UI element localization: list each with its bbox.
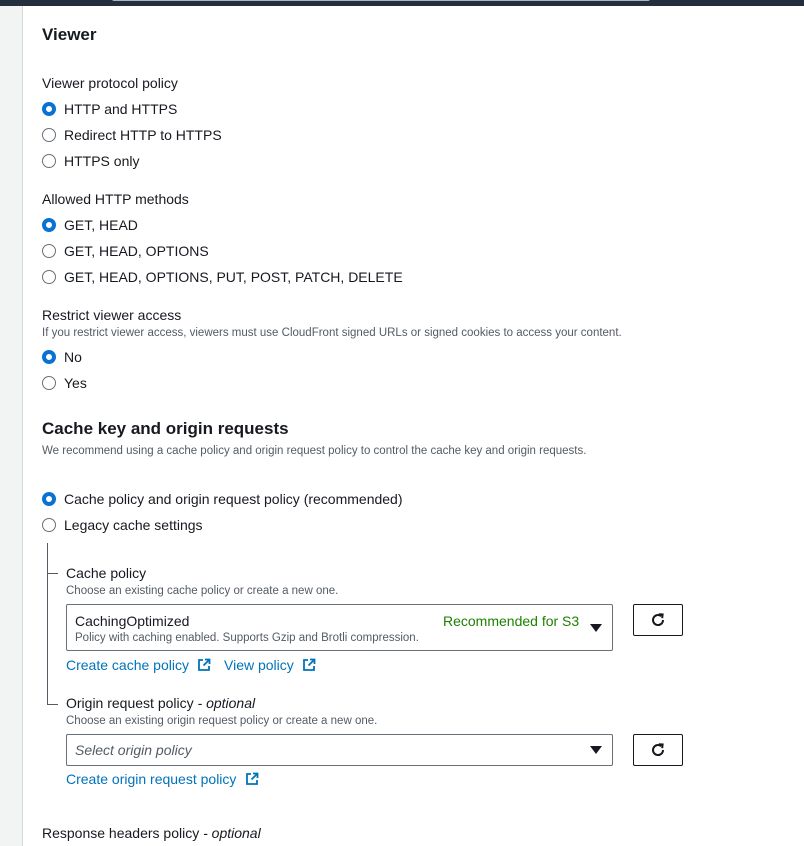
radio-all-methods[interactable]: [42, 270, 56, 284]
recommended-badge: Recommended for S3: [443, 613, 580, 629]
refresh-icon: [652, 613, 665, 626]
viewer-section-title: Viewer: [42, 25, 97, 44]
option-get-head-options[interactable]: GET, HEAD, OPTIONS: [64, 243, 209, 259]
external-link-icon: [245, 772, 259, 785]
chevron-down-icon: [590, 624, 602, 632]
option-restrict-no[interactable]: No: [64, 349, 82, 365]
cache-policy-selected-value: CachingOptimized: [75, 613, 190, 629]
origin-policy-select[interactable]: Select origin policy: [66, 734, 613, 766]
radio-legacy-cache-settings[interactable]: [42, 518, 56, 532]
tree-connector: [47, 543, 48, 705]
origin-request-policy-description: Choose an existing origin request policy…: [66, 715, 378, 727]
option-all-methods[interactable]: GET, HEAD, OPTIONS, PUT, POST, PATCH, DE…: [64, 269, 403, 285]
radio-get-head-options[interactable]: [42, 244, 56, 258]
cache-section-title: Cache key and origin requests: [42, 419, 289, 438]
restrict-viewer-access-description: If you restrict viewer access, viewers m…: [42, 327, 622, 339]
create-origin-request-policy-link-text[interactable]: Create origin request policy: [66, 771, 236, 787]
radio-https-only[interactable]: [42, 154, 56, 168]
radio-restrict-yes[interactable]: [42, 376, 56, 390]
option-http-and-https[interactable]: HTTP and HTTPS: [64, 101, 177, 117]
response-headers-policy-label-text: Response headers policy: [42, 825, 200, 841]
tree-branch-origin-policy: [47, 704, 58, 705]
option-redirect-http-to-https[interactable]: Redirect HTTP to HTTPS: [64, 127, 222, 143]
cache-section-description: We recommend using a cache policy and or…: [42, 445, 587, 457]
radio-get-head[interactable]: [42, 218, 56, 232]
option-cache-policy-recommended[interactable]: Cache policy and origin request policy (…: [64, 491, 403, 507]
option-get-head[interactable]: GET, HEAD: [64, 217, 138, 233]
external-link-icon: [198, 658, 211, 671]
refresh-cache-policies-button[interactable]: [633, 604, 683, 636]
refresh-icon: [652, 743, 665, 756]
refresh-origin-policies-button[interactable]: [633, 734, 683, 766]
origin-request-policy-label-text: Origin request policy: [66, 695, 194, 711]
optional-tag: - optional: [203, 825, 261, 841]
radio-http-and-https[interactable]: [42, 102, 56, 116]
radio-redirect-http-to-https[interactable]: [42, 128, 56, 142]
cache-policy-label: Cache policy: [66, 565, 147, 581]
option-legacy-cache-settings[interactable]: Legacy cache settings: [64, 517, 203, 533]
cache-policy-description: Choose an existing cache policy or creat…: [66, 585, 339, 597]
radio-restrict-no[interactable]: [42, 350, 56, 364]
radio-cache-policy-recommended[interactable]: [42, 492, 56, 506]
origin-request-policy-label: Origin request policy - optional: [66, 695, 255, 711]
external-link-icon: [303, 658, 316, 671]
response-headers-policy-label: Response headers policy - optional: [42, 825, 261, 841]
view-policy-link-text[interactable]: View policy: [224, 657, 294, 673]
option-https-only[interactable]: HTTPS only: [64, 153, 139, 169]
cache-policy-selected-description: Policy with caching enabled. Supports Gz…: [75, 632, 419, 644]
tree-branch-cache-policy: [47, 573, 58, 574]
create-cache-policy-link-text[interactable]: Create cache policy: [66, 657, 189, 673]
origin-policy-placeholder: Select origin policy: [75, 742, 192, 758]
cache-policy-select[interactable]: CachingOptimized Policy with caching ena…: [66, 604, 613, 651]
viewer-protocol-label: Viewer protocol policy: [42, 75, 178, 91]
chevron-down-icon: [590, 746, 602, 754]
view-policy-link[interactable]: View policy: [224, 657, 316, 675]
left-gutter: [0, 6, 22, 846]
restrict-viewer-access-label: Restrict viewer access: [42, 307, 182, 323]
allowed-methods-label: Allowed HTTP methods: [42, 191, 189, 207]
create-origin-request-policy-link[interactable]: Create origin request policy: [66, 771, 259, 789]
option-restrict-yes[interactable]: Yes: [64, 375, 87, 391]
top-search-field[interactable]: [112, 0, 650, 1]
create-cache-policy-link[interactable]: Create cache policy: [66, 657, 211, 675]
optional-tag: - optional: [197, 695, 256, 711]
